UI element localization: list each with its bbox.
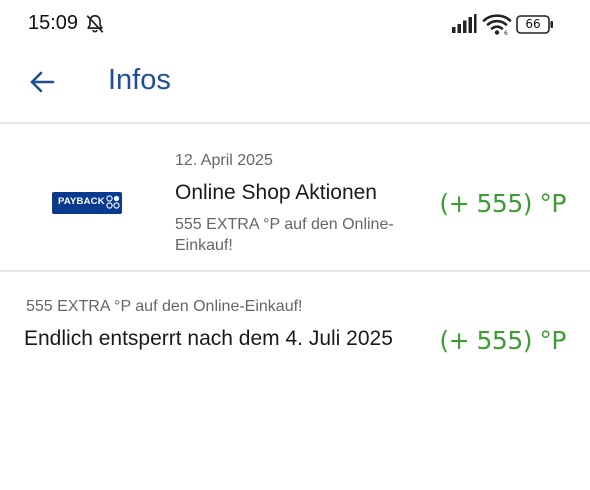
svg-text:6: 6 — [504, 30, 508, 36]
bell-off-icon — [86, 14, 104, 33]
entry-title: Online Shop Aktionen — [175, 181, 377, 204]
entry-subtitle: 555 EXTRA °P auf den Online-Einkauf! — [26, 298, 303, 315]
payback-logo-text: PAYBACK — [58, 196, 105, 207]
info-entry[interactable]: PAYBACK 12. April 2025 Online Shop Aktio… — [0, 126, 590, 272]
entry-points: (+ 555) °P — [439, 326, 566, 355]
signal-icon — [452, 14, 477, 33]
entry-points: (+ 555) °P — [439, 189, 566, 218]
wifi-icon: 6 — [482, 14, 512, 36]
payback-dots-icon — [106, 195, 120, 209]
app-bar: Infos — [0, 50, 590, 124]
status-time: 15:09 — [28, 12, 79, 34]
arrow-left-icon[interactable] — [28, 68, 56, 96]
status-bar: 15:09 6 66 — [0, 0, 590, 50]
battery-level: 66 — [525, 17, 541, 31]
battery-icon: 66 — [516, 15, 554, 34]
entry-description: 555 EXTRA °P auf den Online-Einkauf! — [175, 216, 394, 254]
page-title: Infos — [108, 64, 171, 96]
info-entry[interactable]: 555 EXTRA °P auf den Online-Einkauf! End… — [0, 272, 590, 392]
entry-date: 12. April 2025 — [175, 152, 273, 169]
entry-title: Endlich entsperrt nach dem 4. Juli 2025 — [24, 327, 393, 350]
payback-logo: PAYBACK — [52, 192, 122, 214]
